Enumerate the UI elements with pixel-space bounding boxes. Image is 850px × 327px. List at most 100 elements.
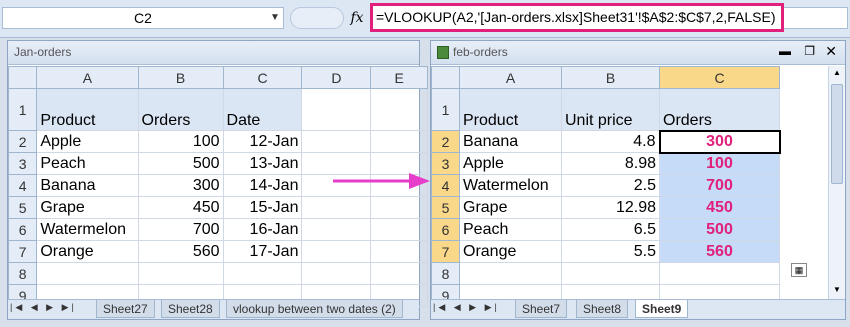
- row-header[interactable]: 1: [431, 88, 460, 131]
- cell[interactable]: [137, 262, 224, 285]
- cell[interactable]: Apple: [459, 152, 562, 175]
- cell[interactable]: Banana: [459, 130, 562, 153]
- cell[interactable]: 2.5: [561, 174, 660, 197]
- column-header-b[interactable]: B: [561, 66, 660, 89]
- cell[interactable]: Date: [222, 88, 303, 131]
- cell[interactable]: Watermelon: [459, 174, 562, 197]
- cell[interactable]: Orange: [459, 240, 562, 263]
- scroll-up-icon[interactable]: ▲: [831, 68, 843, 80]
- cell[interactable]: Orange: [36, 240, 139, 263]
- cell[interactable]: 300: [137, 174, 224, 197]
- cell[interactable]: 700: [137, 218, 224, 241]
- cell[interactable]: 100: [659, 152, 780, 175]
- cell[interactable]: 16-Jan: [222, 218, 303, 241]
- tab-sheet7[interactable]: Sheet7: [515, 300, 568, 318]
- formula-input-extension[interactable]: [784, 7, 848, 29]
- vertical-scrollbar[interactable]: ▲ ▼: [828, 66, 845, 299]
- row-header[interactable]: 3: [7, 152, 38, 175]
- cell[interactable]: 12-Jan: [222, 130, 303, 153]
- cell[interactable]: 8.98: [561, 152, 660, 175]
- cell[interactable]: 4.8: [561, 130, 660, 153]
- cell[interactable]: [36, 262, 139, 285]
- cell[interactable]: [301, 240, 372, 263]
- row-header[interactable]: 4: [7, 174, 38, 197]
- row-header[interactable]: 4: [431, 174, 460, 197]
- cell[interactable]: [459, 262, 562, 285]
- cell[interactable]: 12.98: [561, 196, 660, 219]
- corner-cell[interactable]: [431, 66, 460, 89]
- close-icon[interactable]: ✕: [825, 43, 837, 60]
- tab-sheet27[interactable]: Sheet27: [96, 300, 155, 318]
- cell[interactable]: Watermelon: [36, 218, 139, 241]
- sheet-nav-arrows-icon[interactable]: |◀ ◀ ▶ ▶|: [10, 302, 77, 313]
- row-header[interactable]: 5: [431, 196, 460, 219]
- cell[interactable]: [370, 88, 428, 131]
- column-header-d[interactable]: D: [301, 66, 372, 89]
- cell[interactable]: Orders: [659, 88, 780, 131]
- row-header[interactable]: 2: [7, 130, 38, 153]
- row-header[interactable]: 8: [7, 262, 38, 285]
- column-header-a[interactable]: A: [459, 66, 562, 89]
- tab-sheet8[interactable]: Sheet8: [576, 300, 629, 318]
- cell[interactable]: Grape: [459, 196, 562, 219]
- tab-vlookup-dates[interactable]: vlookup between two dates (2): [226, 300, 403, 318]
- cell[interactable]: 450: [659, 196, 780, 219]
- cell[interactable]: 6.5: [561, 218, 660, 241]
- cell[interactable]: Product: [36, 88, 139, 131]
- row-header[interactable]: 5: [7, 196, 38, 219]
- cell[interactable]: [370, 196, 428, 219]
- cell[interactable]: Product: [459, 88, 562, 131]
- paste-options-icon[interactable]: ▦: [791, 263, 807, 277]
- column-header-e[interactable]: E: [370, 66, 428, 89]
- cell[interactable]: [370, 218, 428, 241]
- cell[interactable]: [222, 262, 303, 285]
- corner-cell[interactable]: [7, 66, 38, 89]
- cell[interactable]: 17-Jan: [222, 240, 303, 263]
- cell[interactable]: Banana: [36, 174, 139, 197]
- row-header[interactable]: 7: [7, 240, 38, 263]
- cell[interactable]: [301, 262, 372, 285]
- cell[interactable]: Apple: [36, 130, 139, 153]
- cell[interactable]: 500: [659, 218, 780, 241]
- cell[interactable]: [659, 262, 780, 285]
- cell[interactable]: Grape: [36, 196, 139, 219]
- cell[interactable]: 100: [137, 130, 224, 153]
- cell[interactable]: [561, 262, 660, 285]
- cell[interactable]: 700: [659, 174, 780, 197]
- cell[interactable]: [301, 218, 372, 241]
- cell[interactable]: 14-Jan: [222, 174, 303, 197]
- formula-input[interactable]: =VLOOKUP(A2,'[Jan-orders.xlsx]Sheet31'!$…: [370, 3, 784, 32]
- formula-controls[interactable]: [290, 7, 344, 29]
- column-header-b[interactable]: B: [137, 66, 224, 89]
- cell[interactable]: [370, 130, 428, 153]
- row-header[interactable]: 2: [431, 130, 460, 153]
- scroll-down-icon[interactable]: ▼: [831, 285, 843, 297]
- cell[interactable]: Peach: [36, 152, 139, 175]
- row-header[interactable]: 6: [431, 218, 460, 241]
- column-header-a[interactable]: A: [36, 66, 139, 89]
- sheet-nav-arrows-icon[interactable]: |◀ ◀ ▶ ▶|: [433, 302, 500, 313]
- cell[interactable]: [301, 196, 372, 219]
- cell[interactable]: [301, 88, 372, 131]
- fx-icon[interactable]: fx: [346, 7, 368, 29]
- column-header-c[interactable]: C: [222, 66, 303, 89]
- restore-icon[interactable]: ❐: [804, 44, 815, 58]
- cell[interactable]: Unit price: [561, 88, 660, 131]
- cell[interactable]: 560: [659, 240, 780, 263]
- row-header[interactable]: 1: [7, 88, 38, 131]
- cell[interactable]: 500: [137, 152, 224, 175]
- name-box[interactable]: C2: [2, 7, 284, 29]
- scroll-thumb[interactable]: [831, 84, 843, 184]
- active-cell[interactable]: 300: [658, 129, 781, 154]
- cell[interactable]: 15-Jan: [222, 196, 303, 219]
- cell[interactable]: 5.5: [561, 240, 660, 263]
- minimize-icon[interactable]: ▬: [779, 44, 791, 58]
- cell[interactable]: 13-Jan: [222, 152, 303, 175]
- column-header-c[interactable]: C: [659, 66, 780, 89]
- tab-sheet9[interactable]: Sheet9: [635, 300, 689, 318]
- cell[interactable]: 560: [137, 240, 224, 263]
- cell[interactable]: [370, 240, 428, 263]
- row-header[interactable]: 7: [431, 240, 460, 263]
- row-header[interactable]: 3: [431, 152, 460, 175]
- row-header[interactable]: 8: [431, 262, 460, 285]
